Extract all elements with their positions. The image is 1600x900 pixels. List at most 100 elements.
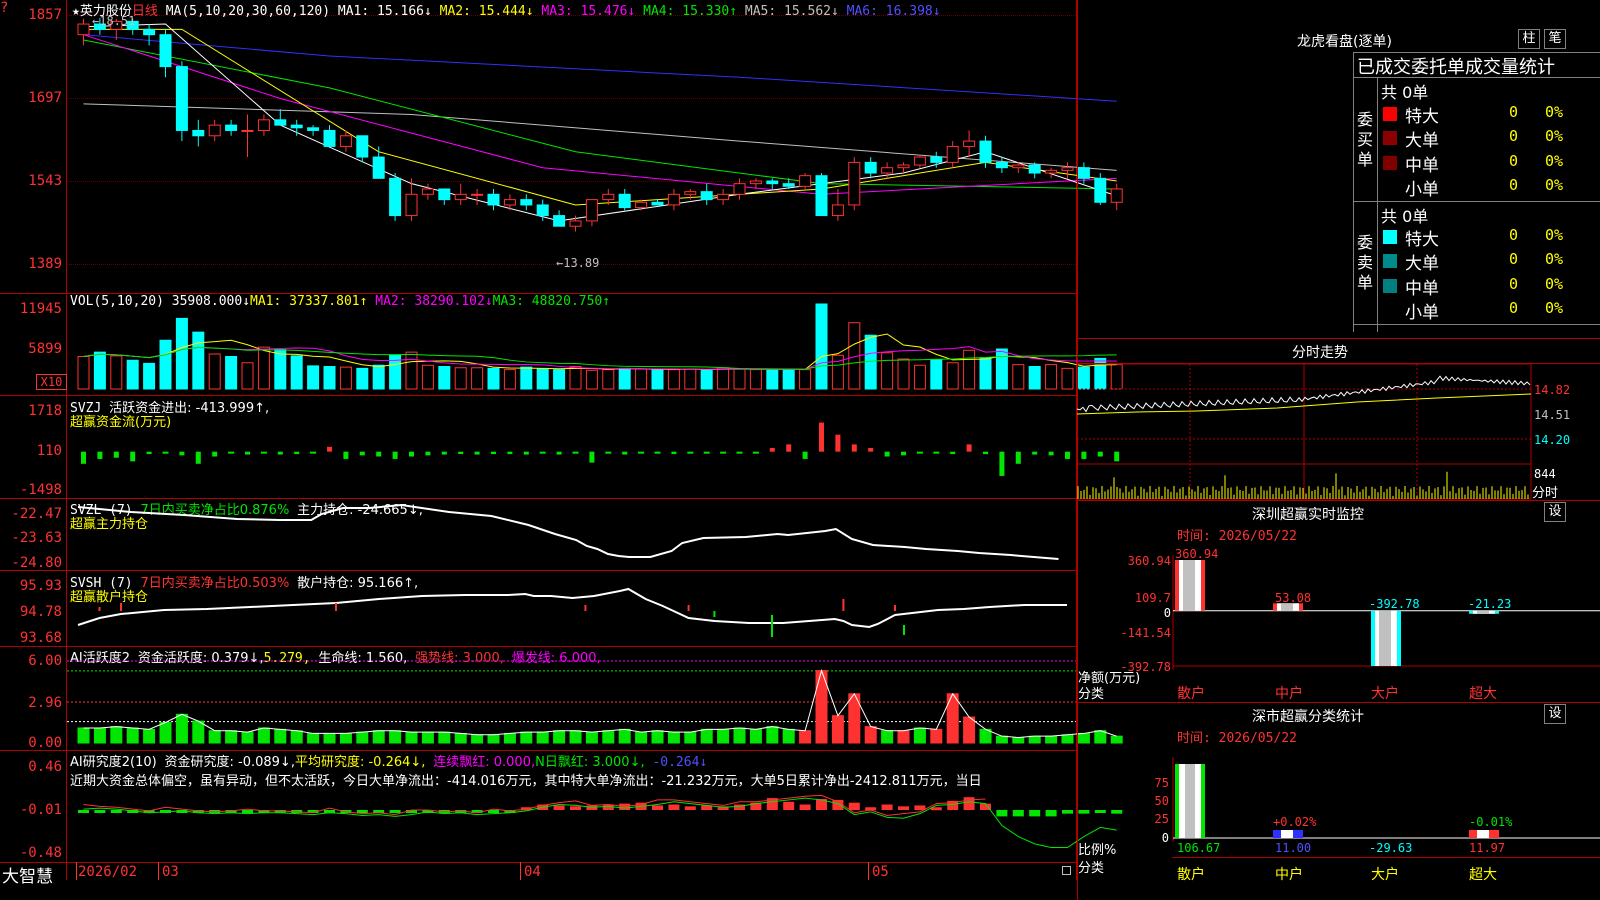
kline-area[interactable]: ? ★英力股份日线 MA(5,10,20,30,60,120) MA1: 15.… bbox=[0, 0, 1123, 887]
candle-body bbox=[651, 201, 664, 206]
volume-bar bbox=[700, 369, 713, 390]
candle-body bbox=[225, 124, 238, 131]
active-bar bbox=[733, 727, 746, 744]
sell-swatch bbox=[1383, 278, 1397, 293]
money-flow-bar bbox=[310, 451, 317, 454]
volume-bar bbox=[225, 356, 238, 390]
minute-chart[interactable] bbox=[1076, 363, 1532, 500]
money-flow-bar bbox=[97, 451, 103, 459]
ma-line-5 bbox=[83, 28, 1117, 206]
money-flow-bar bbox=[81, 451, 86, 464]
buy-row-count: 0 bbox=[1509, 103, 1519, 121]
volume-bar bbox=[192, 331, 205, 390]
active-bar bbox=[77, 727, 90, 744]
active-bar bbox=[372, 730, 385, 744]
research-bar bbox=[848, 802, 860, 810]
buy-row-pct: 0% bbox=[1545, 151, 1564, 170]
volume-chart[interactable] bbox=[0, 294, 1123, 395]
high-mark: ←18.51 bbox=[92, 14, 136, 28]
volume-bar bbox=[651, 369, 664, 390]
research-bar bbox=[783, 801, 795, 810]
volume-bar bbox=[733, 368, 746, 390]
money-flow-bar bbox=[441, 451, 447, 455]
ai-research-chart[interactable] bbox=[0, 751, 1123, 862]
class-chart[interactable] bbox=[1077, 702, 1600, 900]
volume-bar bbox=[1012, 364, 1025, 390]
sell-row-pct: 0% bbox=[1545, 250, 1564, 269]
pen-view-button[interactable]: 笔 bbox=[1544, 29, 1566, 49]
candle-body bbox=[995, 161, 1008, 169]
money-flow-bar bbox=[327, 446, 332, 452]
money-flow-bar bbox=[1065, 451, 1070, 459]
active-bar bbox=[110, 726, 123, 744]
candle-body bbox=[749, 180, 762, 185]
money-flow-bar bbox=[851, 444, 857, 452]
lock-icon[interactable] bbox=[1062, 866, 1071, 875]
active-bar bbox=[1045, 735, 1058, 744]
candle-body bbox=[1061, 167, 1074, 171]
volume-bar bbox=[1061, 367, 1074, 390]
active-bar bbox=[307, 732, 320, 744]
volume-bar bbox=[1028, 366, 1041, 390]
candle-body bbox=[503, 199, 516, 206]
research-bar bbox=[1045, 810, 1057, 817]
active-bar bbox=[487, 734, 500, 744]
ai-active-chart[interactable] bbox=[0, 647, 1123, 750]
active-bar bbox=[1061, 734, 1074, 744]
money-flow-bar bbox=[343, 451, 349, 459]
volume-bar bbox=[126, 359, 139, 390]
volume-bar bbox=[553, 369, 566, 390]
active-bar bbox=[290, 730, 303, 744]
svsh-chart[interactable] bbox=[0, 571, 1077, 646]
sell-row-count: 0 bbox=[1509, 274, 1519, 293]
money-flow-bar bbox=[245, 451, 250, 455]
sell-row-count: 0 bbox=[1509, 226, 1519, 244]
sell-row-label: 小单 bbox=[1405, 302, 1439, 323]
volume-bar bbox=[930, 359, 943, 390]
candle-body bbox=[159, 34, 172, 68]
candle-body bbox=[405, 193, 418, 217]
money-flow-bar bbox=[671, 451, 677, 455]
active-bar bbox=[995, 735, 1008, 744]
active-bar bbox=[159, 722, 172, 744]
buy-row-pct: 0% bbox=[1545, 103, 1564, 121]
volume-bar bbox=[963, 349, 976, 390]
volume-bar bbox=[241, 362, 254, 390]
research-bar bbox=[356, 810, 368, 813]
research-bar bbox=[110, 810, 122, 813]
monitor-chart[interactable] bbox=[1077, 500, 1600, 700]
sell-row-label: 中单 bbox=[1405, 278, 1439, 299]
class-xlabel: 分类 bbox=[1078, 861, 1105, 876]
sell-swatch bbox=[1383, 254, 1397, 269]
candle-body bbox=[471, 193, 484, 196]
money-flow-bar bbox=[999, 451, 1005, 476]
svzj-chart[interactable] bbox=[0, 396, 1120, 498]
candle-body bbox=[913, 156, 926, 166]
candle-body bbox=[602, 193, 615, 201]
class-cat-1: 散户 bbox=[1177, 867, 1205, 883]
candle-body bbox=[389, 177, 402, 217]
money-flow-bar bbox=[868, 448, 874, 452]
candlestick-chart[interactable] bbox=[0, 0, 1123, 293]
candle-body bbox=[520, 199, 533, 206]
class-bar-mid bbox=[1185, 764, 1195, 838]
date-05: 05 bbox=[872, 864, 889, 880]
money-flow-bar bbox=[736, 451, 743, 454]
research-bar bbox=[914, 805, 926, 810]
main-holding-line bbox=[77, 503, 1059, 560]
money-flow-bar bbox=[786, 444, 792, 452]
volume-bar bbox=[635, 368, 648, 390]
volume-bar bbox=[487, 367, 500, 390]
active-bar bbox=[192, 720, 205, 744]
candle-body bbox=[438, 188, 451, 201]
active-bar bbox=[602, 730, 615, 744]
minute-axis-3: 14.20 bbox=[1534, 433, 1571, 447]
svzl-chart[interactable] bbox=[0, 499, 1077, 570]
stats-header: 已成交委托单成交量统计 bbox=[1357, 57, 1555, 78]
active-bar bbox=[700, 728, 713, 744]
column-view-button[interactable]: 柱 bbox=[1518, 29, 1540, 49]
research-bar bbox=[78, 810, 89, 813]
candle-body bbox=[274, 119, 287, 126]
buy-row-count: 0 bbox=[1509, 127, 1519, 146]
candle-body bbox=[175, 66, 188, 131]
